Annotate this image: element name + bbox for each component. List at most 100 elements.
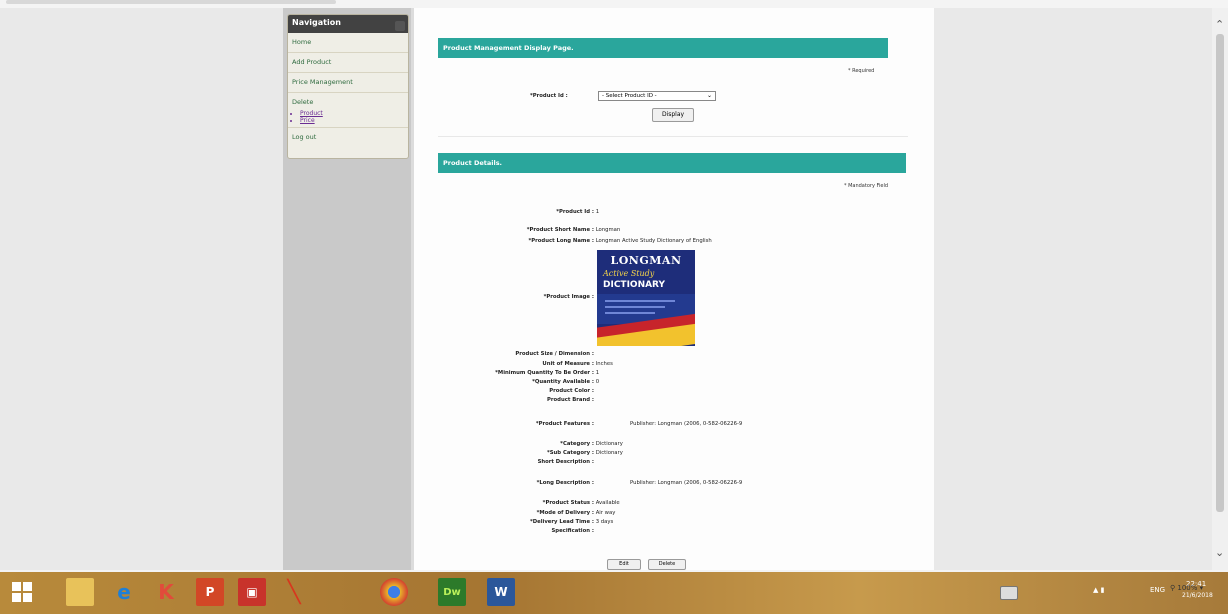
- field-row-subcategory: *Sub Category : Dictionary: [470, 450, 623, 456]
- field-label: *Product Id :: [556, 209, 594, 215]
- field-label: Product Color :: [549, 388, 594, 394]
- book-cover-line: [605, 300, 675, 302]
- field-row-long-desc: *Long Description : Publisher: Longman (2…: [470, 480, 743, 486]
- navigation-panel: Navigation Home Add Product Price Manage…: [287, 14, 409, 159]
- scroll-down-icon[interactable]: ⌄: [1215, 546, 1224, 559]
- delete-submenu: Product Price: [288, 108, 408, 128]
- field-label: Product Size / Dimension :: [515, 351, 594, 357]
- field-row-short-desc: Short Description :: [470, 459, 594, 465]
- field-value: Publisher: Longman (2006, 0-582-06226-9: [630, 421, 743, 427]
- chrome-icon[interactable]: [380, 578, 408, 606]
- language-indicator[interactable]: ENG: [1150, 586, 1165, 594]
- scroll-up-icon[interactable]: ⌃: [1215, 18, 1224, 31]
- powerpoint-icon[interactable]: P: [196, 578, 224, 606]
- dreamweaver-icon[interactable]: Dw: [438, 578, 466, 606]
- field-row-delivery-mode: *Mode of Delivery : Air way: [470, 510, 616, 516]
- app-icon[interactable]: K: [152, 578, 180, 606]
- field-label: *Quantity Available :: [532, 379, 594, 385]
- field-row-short-name: *Product Short Name : Longman: [470, 227, 621, 233]
- file-explorer-icon[interactable]: [66, 578, 94, 606]
- field-label: Specification :: [551, 528, 594, 534]
- nav-subitem-price[interactable]: Price: [300, 117, 408, 124]
- field-label: *Product Features :: [535, 421, 594, 427]
- windows-start-icon[interactable]: [8, 578, 36, 606]
- field-value: Publisher: Longman (2006, 0-582-06226-9: [630, 480, 743, 486]
- field-row-unit: Unit of Measure : Inches: [470, 361, 613, 367]
- nav-item-add-product[interactable]: Add Product: [288, 53, 408, 73]
- field-row-brand: Product Brand :: [470, 397, 594, 403]
- field-row-image: *Product Image :: [470, 294, 594, 300]
- edit-button[interactable]: Edit: [607, 559, 641, 570]
- network-icon[interactable]: ▲ ▮: [1093, 586, 1104, 594]
- field-row-category: *Category : Dictionary: [470, 441, 623, 447]
- field-value: Dictionary: [595, 450, 623, 456]
- field-value: Dictionary: [595, 441, 623, 447]
- field-row-specification: Specification :: [470, 528, 594, 534]
- vertical-scrollbar[interactable]: ⌃ ⌄: [1212, 8, 1228, 570]
- display-panel-header: Product Management Display Page.: [438, 38, 888, 58]
- field-label: *Product Short Name :: [526, 227, 594, 233]
- chevron-down-icon: ⌄: [706, 92, 712, 99]
- field-label: *Product Status :: [542, 500, 594, 506]
- product-id-select-label: *Product Id :: [530, 93, 568, 99]
- field-label: *Sub Category :: [546, 450, 594, 456]
- field-value: Air way: [595, 510, 616, 516]
- field-value: 1: [595, 209, 600, 215]
- field-row-qty-available: *Quantity Available : 0: [470, 379, 599, 385]
- field-row-features: *Product Features : Publisher: Longman (2…: [470, 421, 743, 427]
- internet-explorer-icon[interactable]: e: [110, 578, 138, 606]
- product-id-select[interactable]: - Select Product ID - ⌄: [598, 91, 716, 101]
- field-label: *Delivery Lead Time :: [529, 519, 594, 525]
- nav-item-price-management[interactable]: Price Management: [288, 73, 408, 93]
- field-value: Available: [595, 500, 620, 506]
- zoom-indicator[interactable]: ⚲ 100% ▾: [1170, 584, 1203, 592]
- mandatory-note: * Mandatory Field: [844, 183, 889, 189]
- word-icon[interactable]: W: [487, 578, 515, 606]
- zoom-value: 100%: [1177, 584, 1198, 592]
- book-title-line3: DICTIONARY: [603, 280, 666, 290]
- book-cover-line: [605, 312, 655, 314]
- taskbar: [0, 572, 1228, 614]
- nav-item-logout[interactable]: Log out: [288, 128, 408, 148]
- field-row-long-name: *Product Long Name : Longman Active Stud…: [470, 238, 712, 244]
- field-label: Product Brand :: [547, 397, 594, 403]
- field-label: Unit of Measure :: [542, 361, 594, 367]
- display-button[interactable]: Display: [652, 108, 694, 122]
- field-row-status: *Product Status : Available: [470, 500, 620, 506]
- clock-date[interactable]: 21/6/2018: [1182, 592, 1213, 599]
- collapse-icon[interactable]: [395, 21, 405, 31]
- field-label: *Category :: [560, 441, 594, 447]
- divider: [438, 136, 908, 137]
- field-value: 0: [595, 379, 600, 385]
- keyboard-icon[interactable]: [1000, 586, 1018, 600]
- scrollbar-thumb[interactable]: [1216, 34, 1224, 512]
- app3-icon[interactable]: ╲: [280, 578, 308, 606]
- field-value: Longman: [595, 227, 621, 233]
- field-row-product-id: *Product Id : 1: [470, 209, 599, 215]
- details-panel-header: Product Details.: [438, 153, 906, 173]
- field-label: *Minimum Quantity To Be Order :: [495, 370, 594, 376]
- select-value: - Select Product ID -: [602, 93, 657, 99]
- field-label: *Product Long Name :: [528, 238, 594, 244]
- field-row-lead-time: *Delivery Lead Time : 3 days: [470, 519, 613, 525]
- nav-item-delete[interactable]: Delete: [288, 93, 408, 108]
- navigation-title-text: Navigation: [292, 18, 341, 27]
- product-image: LONGMAN Active Study DICTIONARY: [597, 250, 695, 346]
- field-label: *Product Image :: [543, 294, 594, 300]
- nav-item-home[interactable]: Home: [288, 33, 408, 53]
- nav-subitem-product[interactable]: Product: [300, 110, 408, 117]
- app2-icon[interactable]: ▣: [238, 578, 266, 606]
- field-value: 1: [595, 370, 600, 376]
- field-label: *Long Description :: [536, 480, 594, 486]
- field-value: Longman Active Study Dictionary of Engli…: [595, 238, 712, 244]
- required-note: * Required: [848, 68, 875, 74]
- delete-button[interactable]: Delete: [648, 559, 686, 570]
- field-value: 3 days: [595, 519, 614, 525]
- book-title-line2: Active Study: [603, 269, 655, 278]
- field-row-size: Product Size / Dimension :: [470, 351, 594, 357]
- field-label: Short Description :: [537, 459, 594, 465]
- field-row-min-qty: *Minimum Quantity To Be Order : 1: [470, 370, 599, 376]
- book-title-line1: LONGMAN: [610, 254, 682, 267]
- field-row-color: Product Color :: [470, 388, 594, 394]
- browser-top-strip: [0, 0, 1228, 8]
